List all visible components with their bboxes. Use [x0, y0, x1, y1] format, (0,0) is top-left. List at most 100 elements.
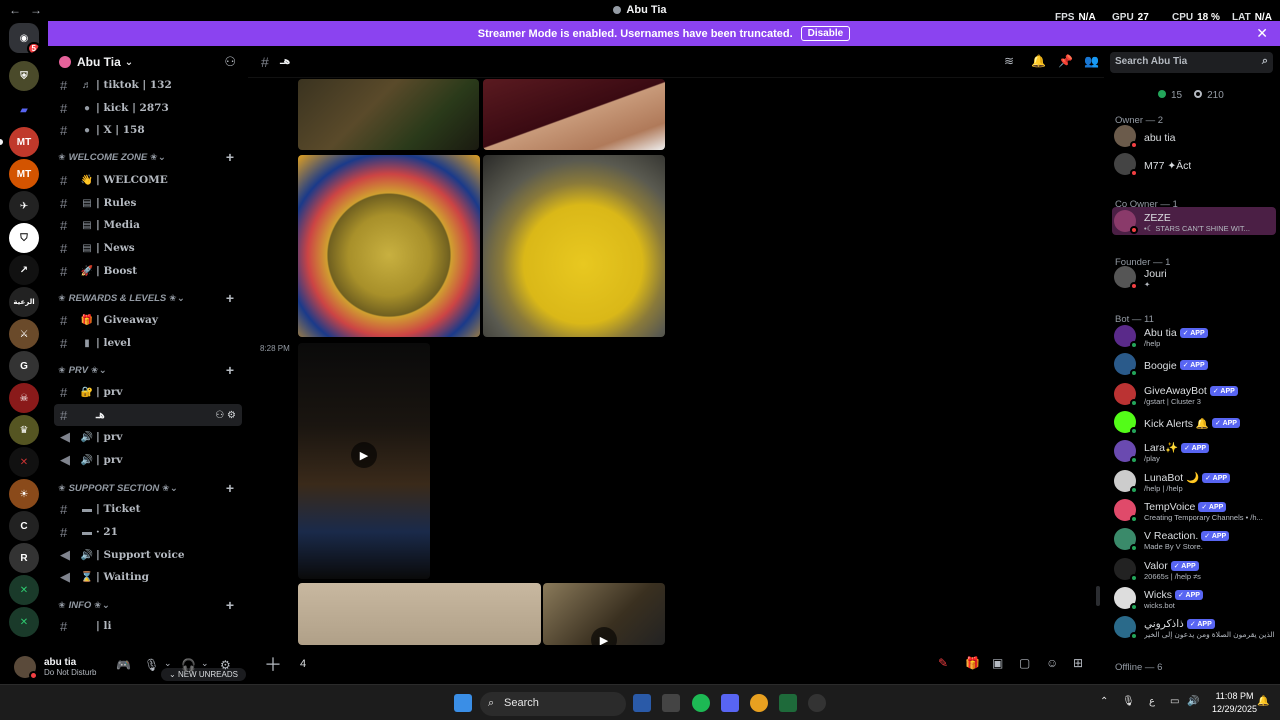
- text-channel[interactable]: # ▤ | Media: [54, 214, 242, 236]
- text-channel[interactable]: # ▤ | News: [54, 237, 242, 259]
- member-row-bot[interactable]: GiveAwayBot ✓ APP/gstart | Cluster 3: [1112, 380, 1276, 408]
- gif-icon[interactable]: ▣: [992, 656, 1003, 670]
- tray-chevron-icon[interactable]: ⌃: [1100, 696, 1108, 707]
- member-row[interactable]: ZEZE •☾ STARS CAN'T SHINE WIT...: [1112, 207, 1276, 235]
- member-row-bot[interactable]: Boogie ✓ APP: [1112, 350, 1276, 378]
- text-channel[interactable]: # ● | X | 158: [54, 119, 242, 141]
- text-channel[interactable]: # ♬ | tiktok | 132: [54, 74, 242, 96]
- chrome-icon[interactable]: [750, 694, 768, 712]
- microphone-icon[interactable]: 🎙: [144, 658, 159, 672]
- add-channel-icon[interactable]: +: [226, 597, 234, 613]
- windows-start-icon[interactable]: [454, 694, 472, 712]
- scrollbar[interactable]: [1096, 586, 1100, 606]
- server-icon-8[interactable]: ☠: [9, 383, 39, 413]
- member-row-bot[interactable]: Valor ✓ APP 20665s | /help ≠s: [1112, 555, 1276, 583]
- image-attachment-rice-plate[interactable]: [298, 155, 480, 337]
- play-icon[interactable]: ▶: [351, 442, 377, 468]
- channel-category[interactable]: ✬ REWARDS & LEVELS ✬ ⌄ +: [54, 289, 242, 307]
- voice-channel[interactable]: ◀ 🔊 | prv: [54, 449, 242, 471]
- server-icon-14[interactable]: ✕: [9, 575, 39, 605]
- text-channel[interactable]: # 👋 | WELCOME: [54, 169, 242, 191]
- member-row-bot[interactable]: Lara✨ ✓ APP/play: [1112, 437, 1276, 465]
- apps-icon[interactable]: ⊞: [1073, 656, 1083, 670]
- server-icon-1[interactable]: ⛨: [9, 61, 39, 91]
- volume-icon[interactable]: 🔊: [1187, 696, 1199, 707]
- member-row-bot[interactable]: V Reaction. ✓ APP Made By V Store.: [1112, 525, 1276, 553]
- add-channel-icon[interactable]: +: [226, 480, 234, 496]
- member-row-bot[interactable]: LunaBot 🌙 ✓ APP/help | /help: [1112, 467, 1276, 495]
- server-icon-9[interactable]: ♛: [9, 415, 39, 445]
- excel-icon[interactable]: [779, 694, 797, 712]
- text-channel[interactable]: # ▬ · 21: [54, 521, 242, 543]
- no-nitro-icon[interactable]: ✎: [938, 656, 948, 670]
- app-icon-7[interactable]: [808, 694, 826, 712]
- server-icon-4[interactable]: ↗: [9, 255, 39, 285]
- spotify-icon[interactable]: [692, 694, 710, 712]
- server-icon-6[interactable]: ⚔: [9, 319, 39, 349]
- text-channel[interactable]: # ● | kick | 2873: [54, 97, 242, 119]
- text-channel[interactable]: # 🔐 | prv: [54, 381, 242, 403]
- server-icon-mt[interactable]: MT: [9, 127, 39, 157]
- settings-gear-icon[interactable]: ⚙: [220, 658, 231, 672]
- tray-mic-icon[interactable]: 🎙: [1122, 696, 1135, 707]
- member-row-bot[interactable]: ذاذكروني✓ APPشخص الذين يقرمون الصلاة ومن…: [1112, 613, 1276, 641]
- play-icon[interactable]: ▶: [591, 627, 617, 645]
- channel-category[interactable]: ✬ WELCOME ZONE ✬ ⌄ +: [54, 148, 242, 166]
- headphones-icon[interactable]: 🎧: [181, 658, 196, 672]
- discord-icon[interactable]: [721, 694, 739, 712]
- gift-icon[interactable]: 🎁: [965, 656, 980, 670]
- text-channel[interactable]: # ▤ | Rules: [54, 192, 242, 214]
- text-channel[interactable]: # 🎁 | Giveaway: [54, 309, 242, 331]
- member-row-bot[interactable]: Abu tia ✓ APP/help: [1112, 322, 1276, 350]
- notification-icon[interactable]: 🔔: [1257, 696, 1269, 707]
- voice-channel[interactable]: ◀ 🔊 | Support voice: [54, 544, 242, 566]
- server-icon-7[interactable]: G: [9, 351, 39, 381]
- video-attachment-car[interactable]: ▶: [298, 343, 430, 579]
- video-attachment-2[interactable]: ▶: [543, 583, 665, 645]
- members-icon[interactable]: 👥: [1084, 54, 1099, 68]
- image-attachment-selfie[interactable]: [483, 79, 665, 150]
- text-channel[interactable]: # ▬ | Ticket: [54, 498, 242, 520]
- member-row-bot[interactable]: Kick Alerts 🔔 ✓ APP: [1112, 408, 1276, 436]
- image-attachment-rice-pot[interactable]: [483, 155, 665, 337]
- avatar[interactable]: [14, 656, 38, 680]
- gamepad-icon[interactable]: 🎮: [116, 658, 131, 672]
- server-icon-10[interactable]: ✕: [9, 447, 39, 477]
- mic-chevron-icon[interactable]: ⌄: [164, 658, 172, 669]
- emoji-icon[interactable]: ☺: [1046, 656, 1058, 670]
- server-icon-arabic[interactable]: الرعية: [9, 287, 39, 317]
- text-channel[interactable]: # | li: [54, 615, 242, 637]
- add-member-icon[interactable]: ⚇: [224, 54, 236, 70]
- composer-input[interactable]: 4: [300, 658, 306, 670]
- image-attachment-plant[interactable]: [298, 79, 479, 150]
- server-icon-11[interactable]: ☀: [9, 479, 39, 509]
- add-channel-icon[interactable]: +: [226, 362, 234, 378]
- pin-icon[interactable]: 📌: [1058, 54, 1073, 68]
- search-input[interactable]: Search Abu Tia ⌕: [1110, 52, 1273, 73]
- sticker-icon[interactable]: ▢: [1019, 656, 1030, 670]
- channel-category[interactable]: ✬ SUPPORT SECTION ✬ ⌄ +: [54, 479, 242, 497]
- voice-channel[interactable]: ◀ ⌛ | Waiting: [54, 566, 242, 588]
- app-icon-2[interactable]: [662, 694, 680, 712]
- clock[interactable]: 11:08 PM 12/29/2025: [1212, 690, 1257, 716]
- server-icon-c[interactable]: C: [9, 511, 39, 541]
- server-icon-13[interactable]: R: [9, 543, 39, 573]
- text-channel[interactable]: # ▮ | level: [54, 332, 242, 354]
- member-row[interactable]: abu tia: [1112, 122, 1276, 150]
- image-attachment-wall[interactable]: [298, 583, 541, 645]
- channel-settings-icon[interactable]: ⚇ ⚙: [215, 410, 236, 421]
- server-icon-15[interactable]: ✕: [9, 607, 39, 637]
- member-row-bot[interactable]: Wicks ✓ APP wicks.bot: [1112, 584, 1276, 612]
- folder-icon[interactable]: ▰: [9, 95, 39, 125]
- server-icon-mt2[interactable]: MT: [9, 159, 39, 189]
- add-channel-icon[interactable]: +: [226, 149, 234, 165]
- disable-button[interactable]: Disable: [800, 26, 851, 41]
- channel-category[interactable]: ✬ PRV ✬ ⌄ +: [54, 361, 242, 379]
- server-icon-lock[interactable]: ⛉: [9, 223, 39, 253]
- discord-home-icon[interactable]: ◉ 5: [9, 23, 39, 53]
- close-icon[interactable]: ✕: [1256, 25, 1268, 42]
- user-name-block[interactable]: abu tia Do Not Disturb: [44, 657, 96, 677]
- member-row[interactable]: M77 ✦Āct: [1112, 150, 1276, 178]
- app-icon-1[interactable]: [633, 694, 651, 712]
- taskbar-search[interactable]: ⌕ Search: [480, 692, 626, 716]
